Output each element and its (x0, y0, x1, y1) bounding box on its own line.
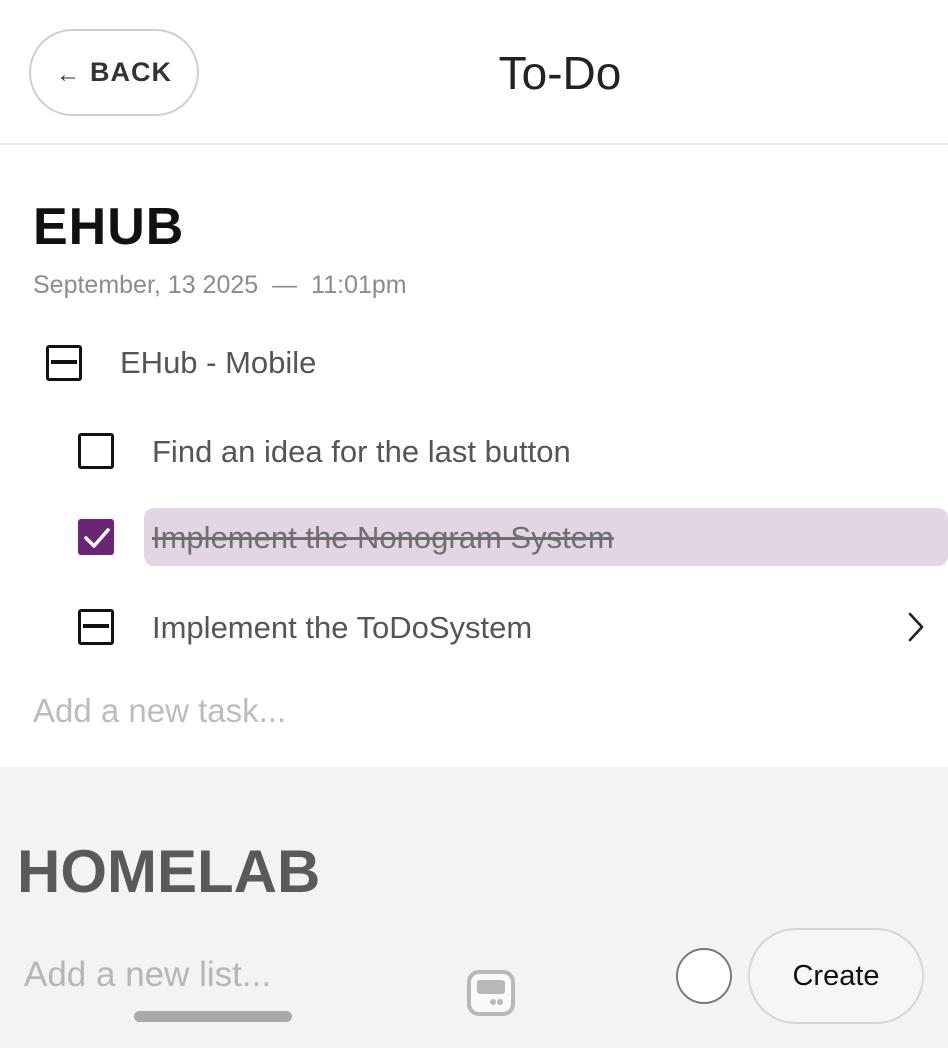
home-indicator-bar[interactable] (134, 1011, 292, 1022)
back-button-label: BACK (90, 57, 172, 87)
list-title-homelab[interactable]: HOMELAB (17, 837, 320, 906)
create-button[interactable]: Create (748, 928, 924, 1024)
list-date: September, 13 2025 (33, 271, 259, 299)
task-partial-checkbox[interactable] (78, 609, 114, 645)
keyboard-toggle-icon[interactable] (466, 970, 516, 1018)
list-time: 11:01pm (311, 271, 407, 299)
task-label: Find an idea for the last button (152, 434, 571, 469)
top-header: ← BACK To-Do (0, 0, 948, 145)
new-list-input[interactable]: Add a new list... (24, 955, 271, 995)
back-arrow-icon: ← (56, 60, 80, 88)
task-row-completed[interactable]: Implement the Nonogram System (0, 508, 948, 566)
task-label: Implement the ToDoSystem (152, 610, 533, 645)
task-checkbox-checked[interactable] (78, 519, 114, 555)
task-checkbox[interactable] (78, 433, 114, 469)
list-timestamp: September, 13 2025 — 11:01pm (33, 271, 407, 300)
task-row-with-subtasks[interactable]: Implement the ToDoSystem (0, 598, 948, 656)
group-partial-checkbox[interactable] (46, 345, 82, 381)
chevron-right-icon[interactable] (902, 610, 930, 644)
checkmark-icon (84, 528, 110, 548)
page-title: To-Do (498, 47, 622, 99)
task-row[interactable]: Find an idea for the last button (0, 422, 948, 480)
back-button[interactable]: ← BACK (29, 29, 199, 116)
bottom-panel: HOMELAB Add a new list... Create (0, 767, 948, 1048)
list-title[interactable]: EHUB (33, 197, 184, 257)
task-group-row[interactable]: EHub - Mobile (46, 345, 316, 381)
add-task-input[interactable]: Add a new task... (33, 692, 286, 730)
task-group-label: EHub - Mobile (120, 345, 317, 380)
date-separator: — (272, 271, 298, 299)
color-picker-circle[interactable] (676, 948, 732, 1004)
todo-list-card: EHUB September, 13 2025 — 11:01pm EHub -… (0, 147, 948, 767)
task-label: Implement the Nonogram System (152, 520, 614, 555)
